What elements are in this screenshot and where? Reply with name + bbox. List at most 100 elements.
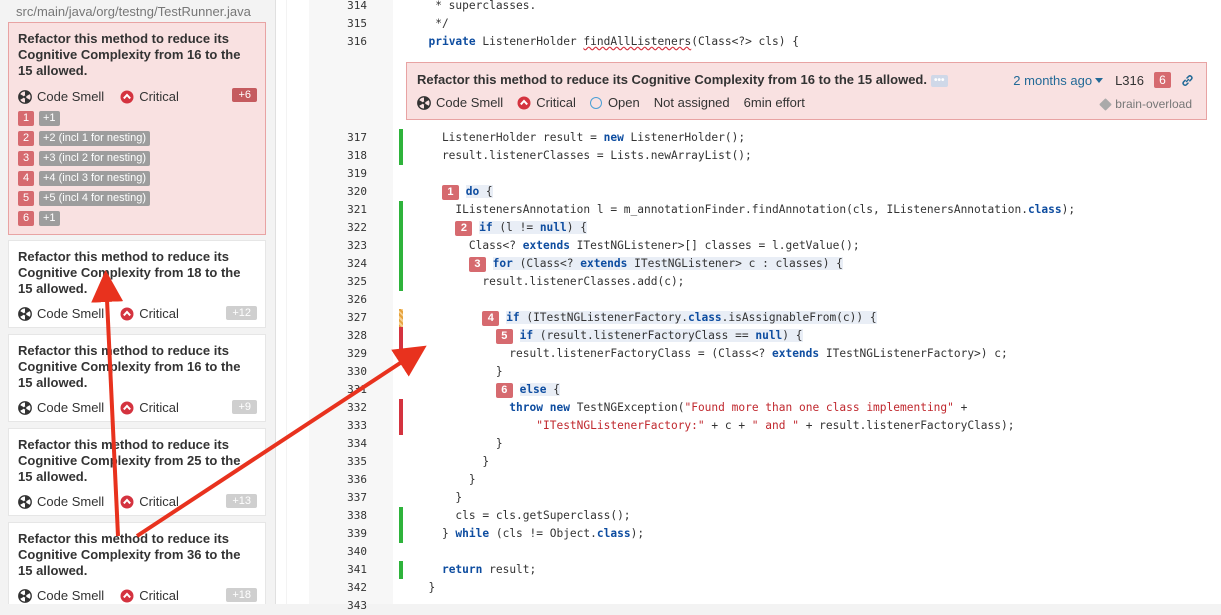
issue-card[interactable]: Refactor this method to reduce its Cogni… [8, 522, 266, 604]
issue-card[interactable]: Refactor this method to reduce its Cogni… [8, 428, 266, 516]
line-number[interactable]: 340 [309, 543, 393, 561]
link-icon[interactable] [1181, 74, 1194, 87]
line-number[interactable]: 342 [309, 579, 393, 597]
line-number[interactable]: 329 [309, 345, 393, 363]
code-line: 323 Class<? extends ITestNGListener>[] c… [287, 237, 1221, 255]
code-text: Class<? extends ITestNGListener>[] class… [415, 239, 860, 252]
line-number[interactable]: 328 [309, 327, 393, 345]
more-icon[interactable]: ••• [930, 74, 948, 87]
line-number[interactable]: 324 [309, 255, 393, 273]
line-number[interactable]: 334 [309, 435, 393, 453]
flow-label: +3 (incl 2 for nesting) [39, 151, 151, 166]
issue-line[interactable]: L316 [1115, 73, 1144, 88]
effort-badge: +12 [226, 306, 257, 320]
coverage-marker[interactable] [399, 327, 403, 345]
coverage-marker[interactable] [399, 201, 403, 219]
code-line: 326 [287, 291, 1221, 309]
flow-item[interactable]: 3 +3 (incl 2 for nesting) [18, 151, 151, 166]
line-number[interactable]: 317 [309, 129, 393, 147]
code-text: result.listenerFactoryClass = (Class<? e… [415, 347, 1008, 360]
line-number[interactable]: 314 [309, 0, 393, 15]
line-number[interactable]: 341 [309, 561, 393, 579]
coverage-marker[interactable] [399, 561, 403, 579]
coverage-marker[interactable] [399, 237, 403, 255]
line-number[interactable]: 318 [309, 147, 393, 165]
code-smell-icon [18, 306, 32, 321]
code-text: 1 do { [415, 183, 493, 201]
flow-location-badge[interactable]: 1 [441, 185, 459, 200]
line-number[interactable]: 333 [309, 417, 393, 435]
issue-type: Code Smell [37, 494, 105, 509]
line-number[interactable]: 335 [309, 453, 393, 471]
coverage-marker[interactable] [399, 219, 403, 237]
line-number[interactable]: 322 [309, 219, 393, 237]
issue-severity[interactable]: Critical [536, 95, 576, 110]
line-number[interactable]: 343 [309, 597, 393, 615]
line-number[interactable]: 323 [309, 237, 393, 255]
coverage-marker[interactable] [399, 417, 403, 435]
code-text: } [415, 581, 436, 594]
locations-count-badge[interactable]: 6 [1154, 72, 1171, 88]
issue-status[interactable]: Open [608, 95, 640, 110]
issue-box[interactable]: Refactor this method to reduce its Cogni… [406, 62, 1207, 120]
coverage-marker[interactable] [399, 309, 403, 327]
code-line: 320 1 do { [287, 183, 1221, 201]
coverage-marker[interactable] [399, 525, 403, 543]
code-smell-icon [18, 494, 32, 509]
line-number[interactable]: 338 [309, 507, 393, 525]
line-number[interactable]: 336 [309, 471, 393, 489]
flow-number: 4 [18, 171, 34, 186]
issue-effort[interactable]: 6min effort [744, 95, 805, 110]
flow-label: +1 [39, 211, 60, 226]
chevron-down-icon[interactable] [1095, 77, 1104, 83]
flow-item[interactable]: 4 +4 (incl 3 for nesting) [18, 171, 151, 186]
code-line: 327 4 if (ITestNGListenerFactory.class.i… [287, 309, 1221, 327]
coverage-marker[interactable] [399, 399, 403, 417]
issue-card-selected[interactable]: Refactor this method to reduce its Cogni… [8, 22, 266, 235]
issue-box-title[interactable]: Refactor this method to reduce its Cogni… [417, 72, 948, 87]
line-number[interactable]: 330 [309, 363, 393, 381]
file-path[interactable]: src/main/java/org/testng/TestRunner.java [16, 4, 251, 19]
flow-location-badge[interactable]: 5 [495, 329, 513, 344]
issue-meta: Code Smell Critical [18, 89, 179, 104]
issue-assignee[interactable]: Not assigned [654, 95, 730, 110]
coverage-marker[interactable] [399, 507, 403, 525]
line-number[interactable]: 332 [309, 399, 393, 417]
line-number[interactable]: 337 [309, 489, 393, 507]
coverage-marker[interactable] [399, 147, 403, 165]
line-number[interactable]: 327 [309, 309, 393, 327]
issue-tags[interactable]: brain-overload [1099, 97, 1192, 111]
code-line: 328 5 if (result.listenerFactoryClass ==… [287, 327, 1221, 345]
coverage-marker[interactable] [399, 129, 403, 147]
line-number[interactable]: 321 [309, 201, 393, 219]
line-number[interactable]: 316 [309, 33, 393, 51]
flow-item[interactable]: 2 +2 (incl 1 for nesting) [18, 131, 151, 146]
line-number[interactable]: 319 [309, 165, 393, 183]
flow-location-badge[interactable]: 3 [468, 257, 486, 272]
line-number[interactable]: 320 [309, 183, 393, 201]
flow-item[interactable]: 5 +5 (incl 4 for nesting) [18, 191, 151, 206]
issue-card[interactable]: Refactor this method to reduce its Cogni… [8, 240, 266, 328]
tag-icon [1099, 97, 1113, 111]
issue-age-link[interactable]: 2 months ago [1013, 73, 1092, 88]
flow-item[interactable]: 1 +1 [18, 111, 60, 126]
line-number[interactable]: 331 [309, 381, 393, 399]
line-number[interactable]: 315 [309, 15, 393, 33]
flow-location-badge[interactable]: 6 [495, 383, 513, 398]
critical-severity-icon [120, 401, 134, 414]
flow-item[interactable]: 6 +1 [18, 211, 60, 226]
code-line: 340 [287, 543, 1221, 561]
issue-card[interactable]: Refactor this method to reduce its Cogni… [8, 334, 266, 422]
line-number[interactable]: 326 [309, 291, 393, 309]
line-number[interactable]: 325 [309, 273, 393, 291]
issue-type[interactable]: Code Smell [436, 95, 503, 110]
panel-divider-scrollbar[interactable] [275, 0, 286, 604]
code-line: 321 IListenersAnnotation l = m_annotatio… [287, 201, 1221, 219]
coverage-marker[interactable] [399, 273, 403, 291]
flow-location-badge[interactable]: 2 [455, 221, 473, 236]
coverage-marker[interactable] [399, 345, 403, 363]
flow-location-badge[interactable]: 4 [482, 311, 500, 326]
line-number[interactable]: 339 [309, 525, 393, 543]
coverage-marker[interactable] [399, 255, 403, 273]
issue-box-meta: Code Smell Critical Open Not assigned 6m… [417, 95, 805, 110]
